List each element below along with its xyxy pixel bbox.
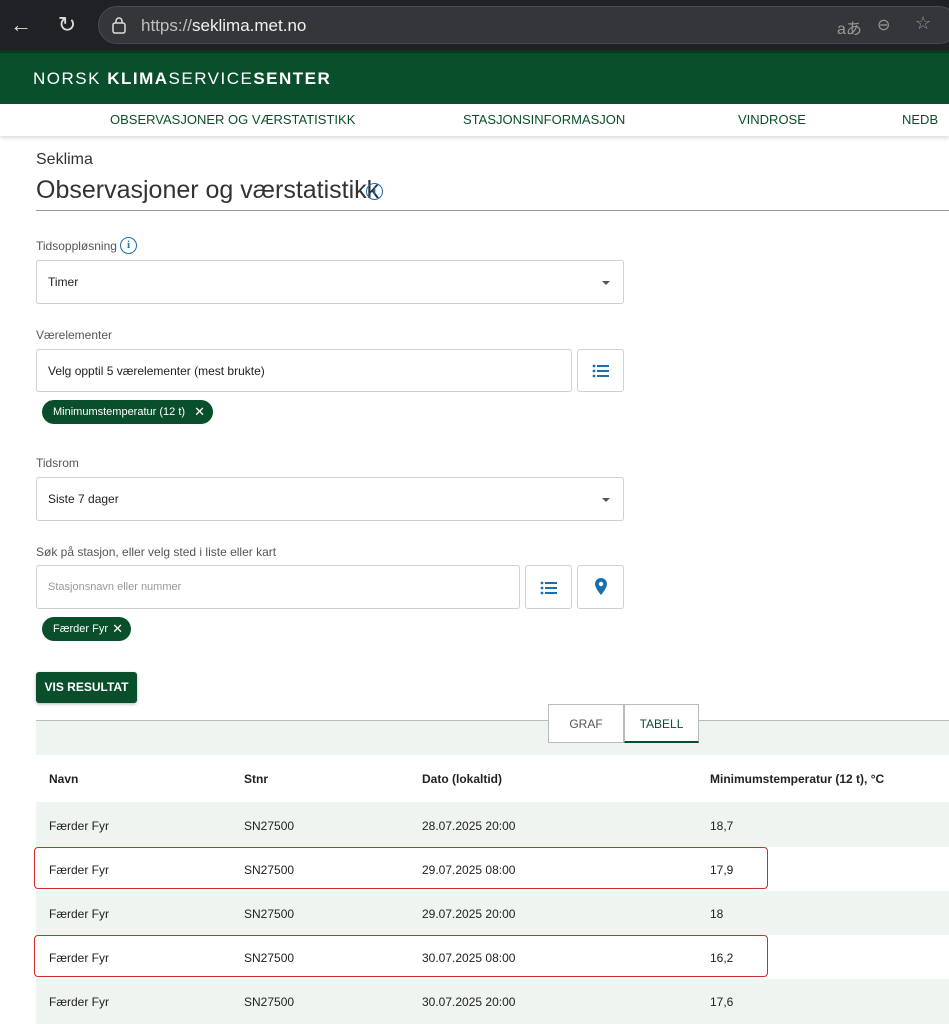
stasjon-list-button[interactable]: [525, 565, 572, 609]
back-arrow-icon[interactable]: ←: [6, 10, 36, 40]
stasjon-map-button[interactable]: [577, 565, 624, 609]
brand-klima: KLIMA: [107, 69, 169, 88]
cell-stnr: SN27500: [244, 995, 295, 1009]
cell-temperatur: 17,6: [710, 995, 734, 1009]
cell-temperatur: 18: [710, 907, 724, 921]
tidsopplosning-select[interactable]: Timer: [36, 260, 624, 304]
table-row: Færder Fyr SN27500 29.07.2025 20:00 18: [36, 891, 949, 935]
nav-observasjoner[interactable]: OBSERVASJONER OG VÆRSTATISTIKK: [110, 112, 355, 127]
header-navn[interactable]: Navn: [49, 772, 78, 786]
tidsopplosning-info-icon[interactable]: i: [120, 237, 137, 254]
cell-navn: Færder Fyr: [49, 907, 109, 921]
table-row: Færder Fyr SN27500 30.07.2025 20:00 17,6: [36, 979, 949, 1023]
bookmark-star-icon[interactable]: ☆: [915, 13, 931, 34]
site-header: NORSK KLIMASERVICESENTER: [0, 50, 949, 104]
row-highlight-box: [34, 935, 768, 977]
cell-stnr: SN27500: [244, 819, 295, 833]
stasjon-search-input[interactable]: Stasjonsnavn eller nummer: [36, 565, 520, 609]
verelementer-select[interactable]: Velg opptil 5 værelementer (mest brukte): [36, 349, 572, 392]
url-host: seklima.met.no: [192, 16, 307, 35]
tidsrom-select[interactable]: Siste 7 dager: [36, 477, 624, 521]
chevron-down-icon: [602, 281, 610, 285]
header-dato[interactable]: Dato (lokaltid): [422, 772, 502, 786]
cell-dato: 29.07.2025 20:00: [422, 907, 516, 921]
zoom-out-icon[interactable]: ⊖: [877, 15, 890, 35]
verelementer-value: Velg opptil 5 værelementer (mest brukte): [48, 364, 265, 378]
cell-stnr: SN27500: [244, 907, 295, 921]
verelementer-label: Værelementer: [36, 328, 113, 342]
brand-senter: SENTER: [253, 69, 332, 88]
url-text[interactable]: https://seklima.met.no: [141, 16, 306, 36]
nav-vindrose[interactable]: VINDROSE: [738, 112, 806, 127]
site-logo[interactable]: NORSK KLIMASERVICESENTER: [33, 69, 331, 89]
brand-norsk: NORSK: [33, 69, 108, 88]
cell-dato: 28.07.2025 20:00: [422, 819, 516, 833]
tidsopplosning-label: Tidsoppløsning: [36, 239, 117, 253]
tab-tabell[interactable]: TABELL: [624, 704, 699, 743]
main-navigation: OBSERVASJONER OG VÆRSTATISTIKK STASJONSI…: [0, 104, 949, 136]
brand-service: SERVICE: [168, 69, 254, 88]
table-header: Navn Stnr Dato (lokaltid) Minimumstemper…: [36, 755, 949, 802]
cell-temperatur: 18,7: [710, 819, 734, 833]
list-icon: [540, 581, 557, 595]
cell-navn: Færder Fyr: [49, 995, 109, 1009]
cell-navn: Færder Fyr: [49, 819, 109, 833]
vis-resultat-button[interactable]: VIS RESULTAT: [36, 672, 137, 703]
table-row: Færder Fyr SN27500 28.07.2025 20:00 18,7: [36, 803, 949, 847]
verelementer-list-button[interactable]: [577, 349, 624, 392]
stasjon-placeholder: Stasjonsnavn eller nummer: [48, 581, 182, 593]
translate-icon[interactable]: aあ: [837, 15, 862, 39]
browser-toolbar: ← ↻ https://seklima.met.no aあ ⊖ ☆: [0, 0, 949, 50]
tidsopplosning-value: Timer: [48, 275, 79, 289]
row-highlight-box: [34, 847, 768, 889]
info-icon[interactable]: i: [366, 183, 383, 200]
title-divider: [36, 210, 949, 211]
chip-label: Færder Fyr: [53, 623, 108, 635]
verelement-chip: Minimumstemperatur (12 t) ✕: [42, 400, 213, 424]
tabs-divider: [36, 720, 949, 721]
lock-icon[interactable]: [111, 16, 127, 34]
header-minimumstemperatur[interactable]: Minimumstemperatur (12 t), °C: [710, 772, 884, 786]
stasjon-label: Søk på stasjon, eller velg sted i liste …: [36, 545, 277, 559]
breadcrumb[interactable]: Seklima: [36, 151, 93, 169]
header-stnr[interactable]: Stnr: [244, 772, 268, 786]
tidsrom-value: Siste 7 dager: [48, 492, 119, 506]
url-scheme: https://: [141, 16, 193, 35]
chevron-down-icon: [602, 498, 610, 502]
list-icon: [592, 364, 609, 378]
close-icon[interactable]: ✕: [112, 617, 123, 641]
close-icon[interactable]: ✕: [194, 400, 205, 424]
chip-label: Minimumstemperatur (12 t): [53, 406, 186, 418]
stasjon-chip: Færder Fyr ✕: [42, 617, 131, 641]
nav-nedbor[interactable]: NEDB: [902, 112, 938, 127]
cell-dato: 30.07.2025 20:00: [422, 995, 516, 1009]
page-title: Observasjoner og værstatistikk: [36, 176, 380, 204]
nav-stasjonsinformasjon[interactable]: STASJONSINFORMASJON: [463, 112, 625, 127]
tab-graf[interactable]: GRAF: [548, 704, 624, 743]
tidsrom-label: Tidsrom: [36, 456, 79, 470]
address-bar[interactable]: https://seklima.met.no aあ ⊖ ☆: [98, 6, 949, 44]
map-pin-icon: [595, 578, 607, 595]
reload-icon[interactable]: ↻: [52, 10, 82, 40]
